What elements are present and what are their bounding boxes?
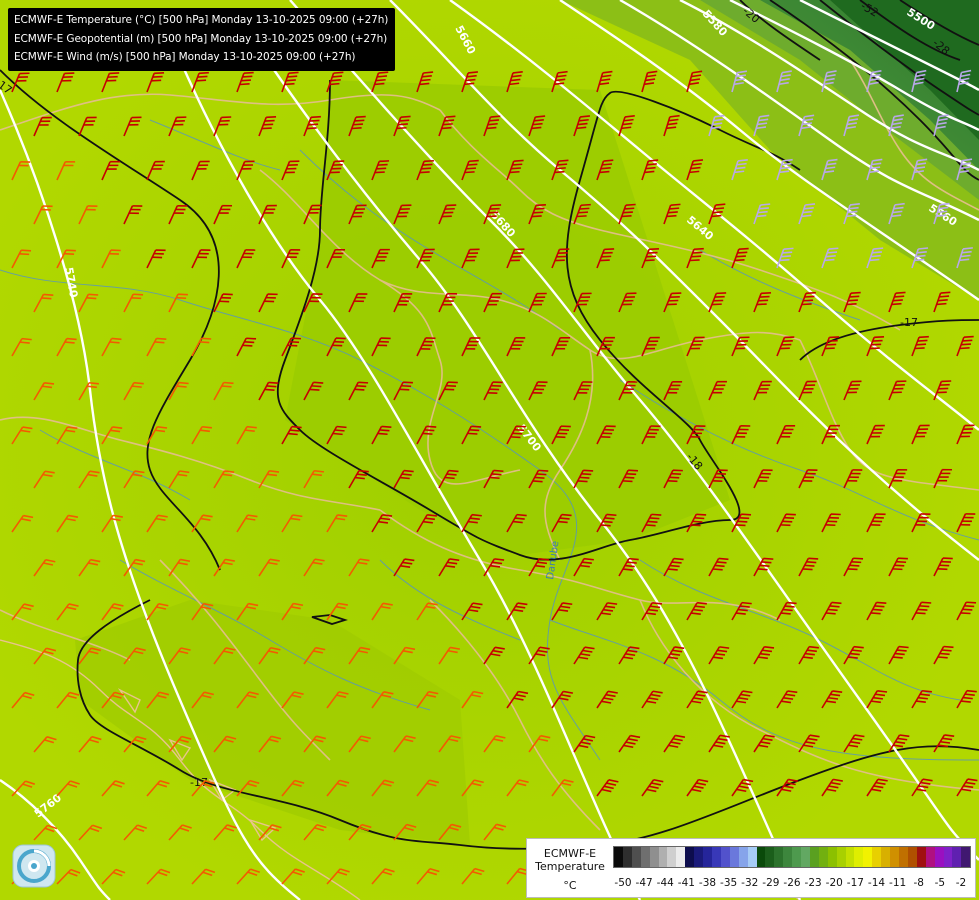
legend-swatch [792, 847, 802, 867]
legend-swatch [783, 847, 793, 867]
legend-swatch [631, 847, 641, 867]
legend-swatch [711, 847, 721, 867]
legend-swatch [836, 847, 846, 867]
legend-swatch [899, 847, 908, 867]
legend-swatch [622, 847, 632, 867]
legend-ticks: -50 -47 -44 -41 -38 -35 -32 -29 -26 -23 -20 -17 -14-… [613, 877, 971, 891]
legend-swatch [845, 847, 855, 867]
legend-swatch [943, 847, 953, 867]
title-wind: ECMWF-E Wind (m/s) [500 hPa] Monday 13-1… [14, 51, 356, 63]
legend-swatch [961, 847, 971, 867]
legend-swatch [952, 847, 962, 867]
legend-swatch [614, 847, 623, 867]
legend-swatch [667, 847, 677, 867]
legend-swatch [854, 847, 864, 867]
label-minus17-c: -17 [900, 316, 918, 329]
legend-tick: -38 [698, 877, 717, 889]
legend-colorbar [613, 846, 971, 868]
legend-swatch [881, 847, 891, 867]
temperature-legend: ECMWF-E Temperature °C -50 -47 -44 -41 -38 -3… [526, 838, 976, 898]
legend-swatch [863, 847, 873, 867]
legend-tick: -44 [656, 877, 674, 889]
legend-swatch [872, 847, 882, 867]
legend-swatch [916, 847, 926, 867]
weather-map: 5660 5680 5700 5740 5760 5640 5560 5580 … [0, 0, 979, 900]
legend-swatch [747, 847, 757, 867]
legend-swatch [756, 847, 766, 867]
legend-tick: -11 [889, 877, 907, 889]
legend-swatch [827, 847, 837, 867]
title-temperature: ECMWF-E Temperature (°C) [500 hPa] Monda… [14, 14, 389, 26]
legend-tick: -35 [720, 877, 738, 889]
legend-swatch [774, 847, 784, 867]
legend-swatch [649, 847, 659, 867]
legend-tick: -5 [934, 877, 946, 889]
meteologix-logo-icon [12, 844, 56, 888]
legend-swatch [658, 847, 668, 867]
legend-unit: °C [563, 879, 577, 892]
legend-tick: -29 [762, 877, 780, 889]
legend-swatch [685, 847, 695, 867]
legend-swatch [934, 847, 944, 867]
legend-swatch [703, 847, 712, 867]
legend-swatch [925, 847, 935, 867]
legend-swatch [801, 847, 810, 867]
legend-tick: -26 [783, 877, 801, 889]
legend-swatch [738, 847, 748, 867]
legend-swatch [729, 847, 739, 867]
legend-swatch [765, 847, 775, 867]
legend-tick: -50 [614, 877, 632, 889]
legend-swatch [694, 847, 704, 867]
legend-swatch [907, 847, 917, 867]
legend-tick: -23 [804, 877, 822, 889]
legend-tick: -41 [677, 877, 695, 889]
legend-tick: -2 [955, 877, 967, 889]
legend-title: ECMWF-E Temperature [535, 847, 605, 873]
legend-swatch [818, 847, 828, 867]
legend-swatch [640, 847, 650, 867]
title-geopotential: ECMWF-E Geopotential (m) [500 hPa] Monda… [14, 32, 388, 45]
legend-tick: -8 [913, 877, 924, 889]
legend-tick: -14 [867, 877, 886, 889]
map-title-box: ECMWF-E Temperature (°C) [500 hPa] Monda… [8, 8, 396, 71]
legend-tick: -32 [741, 877, 759, 889]
legend-tick: -20 [825, 877, 843, 889]
legend-swatch [720, 847, 730, 867]
legend-tick: -47 [635, 877, 653, 889]
legend-swatch [809, 847, 819, 867]
legend-swatch [890, 847, 899, 867]
legend-swatch [676, 847, 686, 867]
legend-tick: -17 [846, 877, 864, 889]
